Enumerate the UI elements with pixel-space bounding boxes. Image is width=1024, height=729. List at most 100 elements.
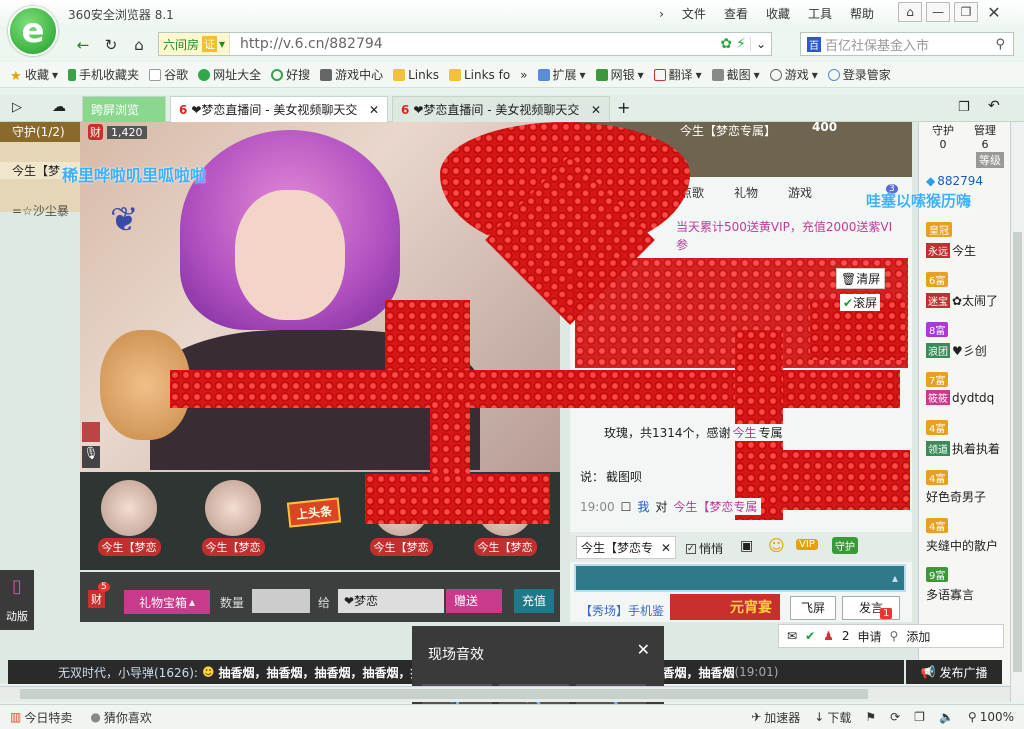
user-entry[interactable]: 筱筱 dydtdq (926, 390, 1010, 405)
user-entry[interactable]: 浪团 ♥彡创 (926, 342, 1010, 359)
bookmark-links[interactable]: Links (393, 68, 439, 82)
flag-icon[interactable]: ⚑ (865, 710, 876, 724)
scroll-thumb[interactable] (1013, 232, 1022, 672)
recipient-select[interactable]: ❤梦恋 (338, 589, 444, 613)
user-entry[interactable]: 7富 (926, 372, 949, 387)
vertical-scrollbar[interactable] (1010, 122, 1024, 702)
send-gift-button[interactable]: 赠送 (446, 589, 502, 613)
bookmark-game-center[interactable]: 游戏中心 (320, 66, 383, 83)
tab-gift[interactable]: 礼物 (734, 184, 758, 201)
clear-screen-button[interactable]: 🗑清屏 (836, 268, 886, 289)
zoom-control[interactable]: ⚲ 100% (968, 710, 1014, 724)
site-badge[interactable]: 六间房 证 ▾ (159, 33, 231, 55)
tab-close-icon[interactable]: ✕ (591, 103, 601, 117)
user-entry[interactable]: 6富 (926, 272, 949, 287)
url-dropdown-icon[interactable]: ⌄ (749, 37, 771, 51)
horizontal-scrollbar[interactable] (0, 686, 1010, 702)
user-entry[interactable]: 皇冠 (926, 222, 952, 237)
menu-view[interactable]: 查看 (724, 5, 748, 22)
ticker-sender[interactable]: 无双时代，小导弹(1626): (58, 664, 198, 681)
mobile-version-button[interactable]: ▯ 动版 (0, 570, 34, 630)
user-entry[interactable]: 9富 (926, 567, 949, 582)
bookmark-links-fo[interactable]: Links fo (448, 68, 510, 82)
sfx-close-icon[interactable]: ✕ (637, 640, 650, 659)
auto-scroll-toggle[interactable]: ✔滚屏 (840, 294, 881, 311)
anchor-seat[interactable]: 今生【梦恋 (196, 480, 270, 556)
minimize-button[interactable]: — (926, 2, 950, 22)
gift-box-button[interactable]: 礼物宝箱 ▴ (124, 590, 210, 614)
guess-you-like-link[interactable]: ● 猜你喜欢 (90, 709, 152, 726)
close-button[interactable]: ✕ (982, 2, 1006, 22)
extensions-button[interactable]: 扩展 ▾ (537, 66, 586, 83)
daily-deals-link[interactable]: ▥ 今日特卖 (10, 709, 72, 726)
recharge-button[interactable]: 充值 (514, 589, 554, 613)
user-entry[interactable]: 8富 (926, 322, 949, 337)
input-dropdown-icon[interactable]: ▴ (892, 571, 898, 585)
guard-count-label[interactable]: 守护 (932, 122, 954, 138)
bookmark-google[interactable]: 谷歌 (149, 66, 188, 83)
tab-close-icon[interactable]: ✕ (369, 103, 379, 117)
user-entry[interactable]: 4富 (926, 420, 949, 435)
restore-button[interactable]: ❐ (954, 2, 978, 22)
whisper-checkbox[interactable]: ✓ 悄悄 (686, 540, 723, 557)
cloud-icon[interactable]: ☁ (52, 99, 66, 115)
flag-icon[interactable] (82, 422, 100, 442)
chip-close-icon[interactable]: ✕ (661, 541, 671, 555)
bookmark-mobile[interactable]: 手机收藏夹 (68, 66, 139, 83)
undo-close-icon[interactable]: ↶ (988, 98, 1000, 114)
menu-favorites[interactable]: 收藏 (766, 5, 790, 22)
apply-button[interactable]: 申请 (858, 628, 882, 645)
home-window-icon[interactable]: ⌂ (898, 2, 922, 22)
bookmark-url-directory[interactable]: 网址大全 (198, 66, 261, 83)
games-button[interactable]: 游戏 ▾ (769, 66, 818, 83)
tab-cross-screen[interactable]: 跨屏浏览 (82, 96, 166, 122)
new-tab-button[interactable]: + (617, 98, 630, 117)
url-text[interactable]: http://v.6.cn/882794 (230, 36, 383, 52)
user-entry[interactable]: 4富 (926, 518, 949, 533)
guard-button[interactable]: 守护 (832, 537, 858, 554)
show-link[interactable]: 【秀场】手机鉴 (580, 602, 664, 619)
publish-broadcast-button[interactable]: 📢 发布广播 (906, 660, 1002, 684)
back-button[interactable]: ← (70, 34, 96, 56)
volume-icon[interactable]: 🔈 (939, 710, 954, 724)
user-entry[interactable]: 多语寡言 (926, 586, 1010, 603)
user-entry[interactable]: 领道 执着执着 (926, 440, 1010, 457)
banquet-button[interactable]: 元宵宴 (670, 594, 780, 620)
screenshot-button[interactable]: 截图 ▾ (711, 66, 760, 83)
admin-label[interactable]: 管理 (974, 122, 996, 138)
mail-icon[interactable]: ✉ (787, 629, 797, 643)
check-circle-icon[interactable]: ✔ (805, 629, 815, 643)
translate-button[interactable]: 翻译 ▾ (653, 66, 702, 83)
ebank-button[interactable]: 网银 ▾ (595, 66, 644, 83)
download-button[interactable]: ↓ 下载 (814, 709, 851, 726)
user-entry[interactable]: 夹缝中的散户 (926, 537, 1010, 554)
bookmarks-overflow-icon[interactable]: » (520, 68, 527, 82)
anchor-seat[interactable]: 今生【梦恋 (92, 480, 166, 556)
sidebar-toggle-icon[interactable]: ▷ (12, 100, 22, 115)
login-manager-button[interactable]: 登录管家 (827, 66, 891, 83)
user-entry[interactable]: 迷宝 ✿太闹了 (926, 292, 1010, 309)
emoji-icon[interactable]: ☺ (768, 536, 785, 555)
tab-list-icon[interactable]: ❐ (958, 100, 970, 115)
guard-member[interactable]: =☆沙尘暴 (0, 202, 80, 219)
bookmark-favorites[interactable]: ★ 收藏 ▾ (10, 66, 58, 84)
tab-active-room[interactable]: 6 ❤梦恋直播间 - 美女视频聊天交 ✕ (170, 96, 388, 122)
menu-file[interactable]: 文件 (682, 5, 706, 22)
home-button[interactable]: ⌂ (126, 34, 152, 56)
add-button[interactable]: 添加 (906, 628, 930, 645)
fortune-short[interactable]: 财 (88, 590, 105, 608)
search-engine-icon[interactable]: 百 (807, 36, 821, 52)
vip-button[interactable]: VIP (796, 539, 818, 550)
user-entry[interactable]: 4富 (926, 470, 949, 485)
level-sort-button[interactable]: 等级 (976, 152, 1004, 168)
sync-icon[interactable]: ⟳ (890, 710, 900, 724)
quantity-input[interactable] (252, 589, 310, 613)
search-icon[interactable]: ⚲ (995, 37, 1005, 52)
mic-icon[interactable]: 🎙 (82, 446, 100, 468)
target-chip[interactable]: 今生【梦恋专 ✕ (576, 536, 677, 559)
address-bar[interactable]: 六间房 证 ▾ http://v.6.cn/882794 ✿ ⚡ ⌄ (158, 32, 772, 56)
user-entry[interactable]: 永远 今生 (926, 242, 976, 259)
menu-tools[interactable]: 工具 (808, 5, 832, 22)
security-icon[interactable]: ✿ (720, 36, 732, 52)
refresh-button[interactable]: ↻ (98, 34, 124, 56)
